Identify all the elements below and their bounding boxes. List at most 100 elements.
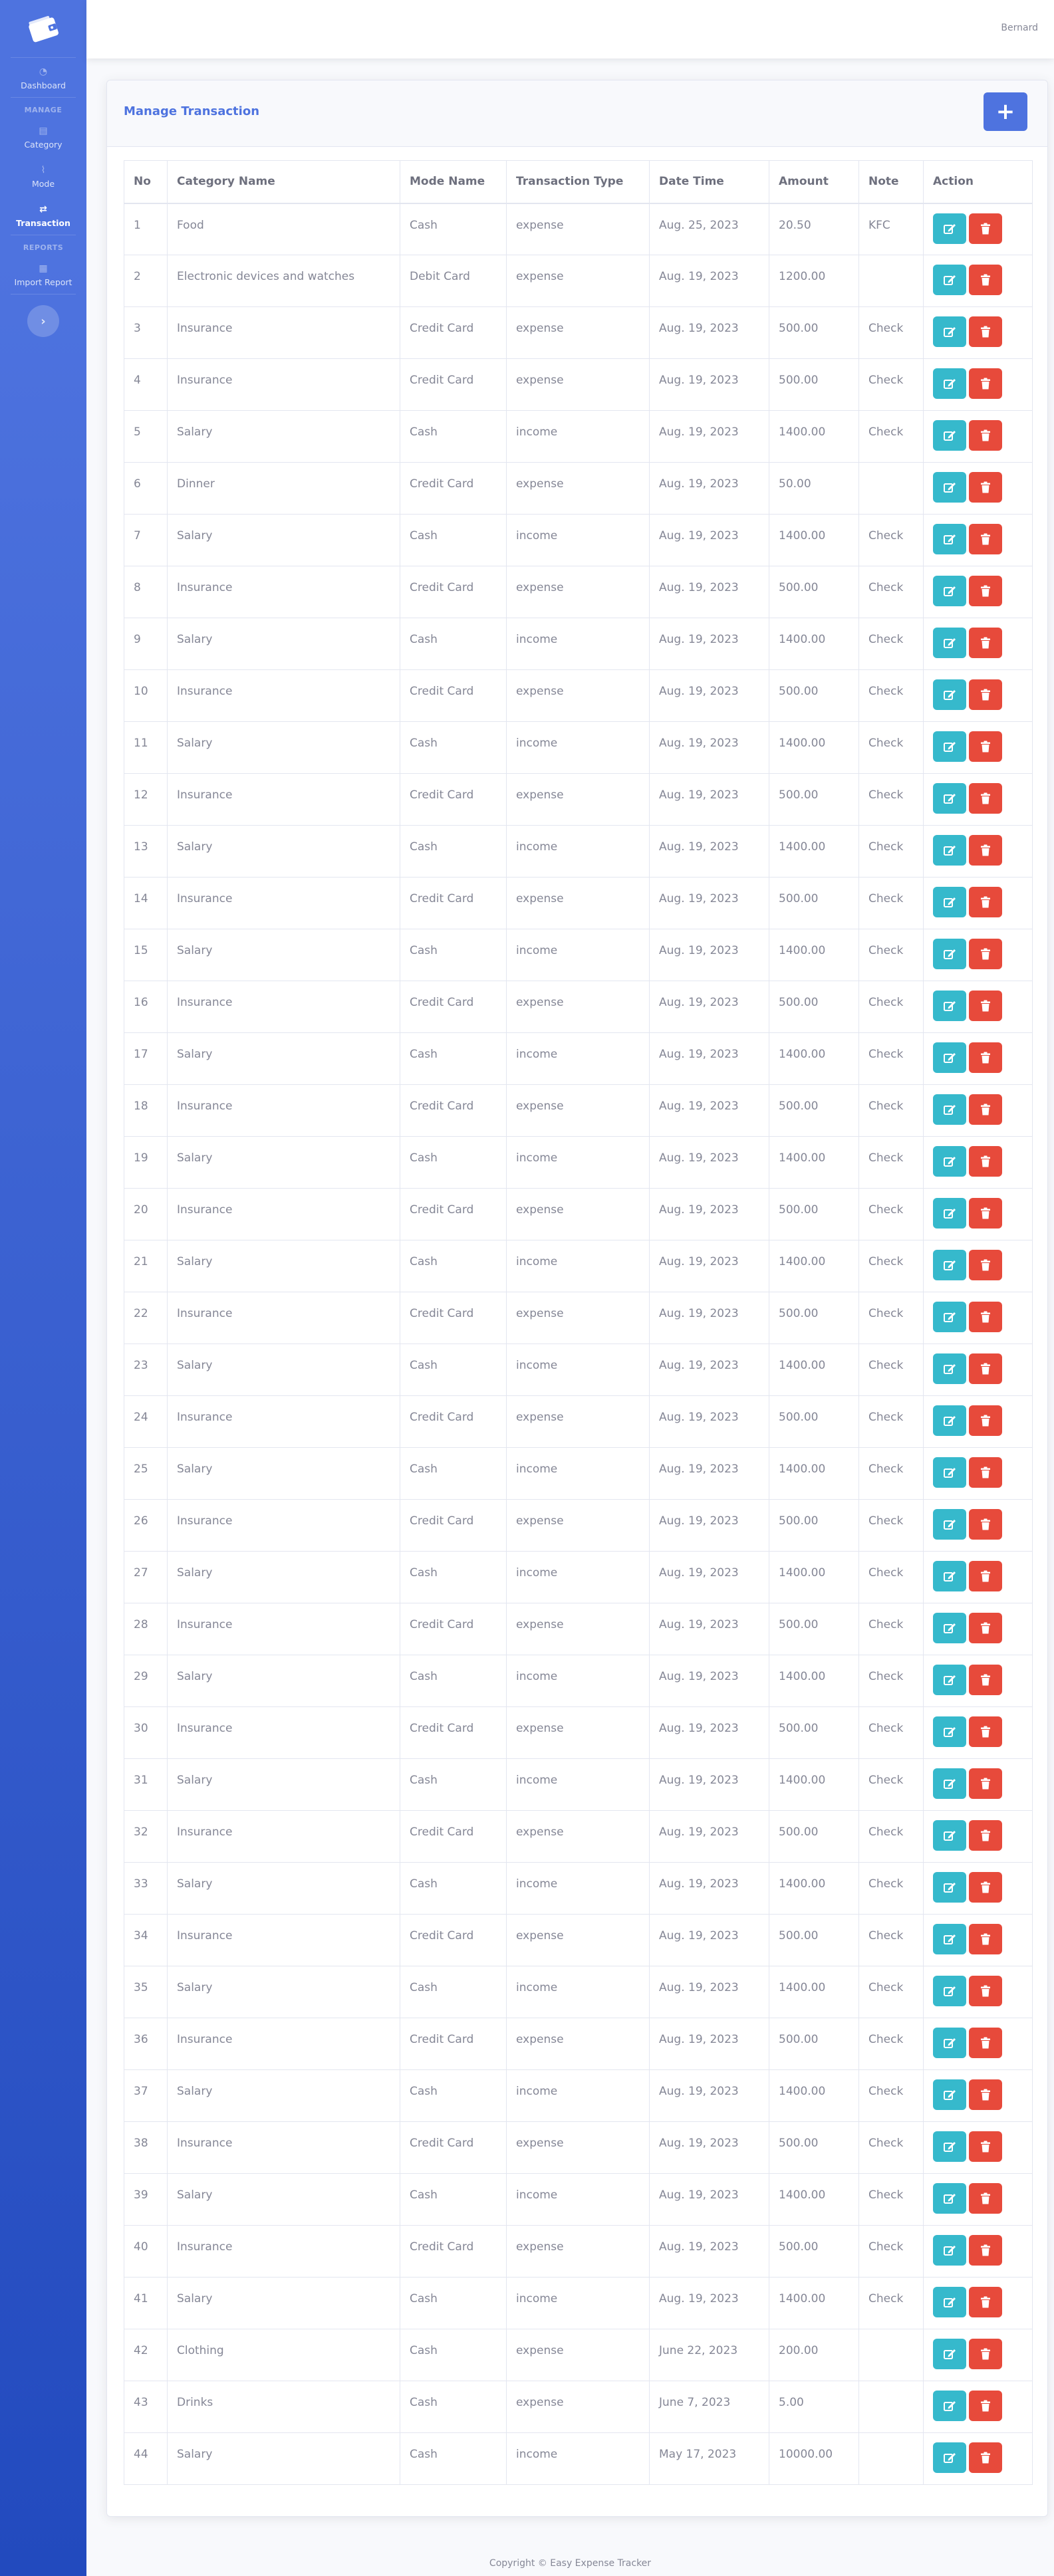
delete-button[interactable] — [969, 1353, 1002, 1384]
delete-button[interactable] — [969, 472, 1002, 503]
delete-button[interactable] — [969, 368, 1002, 399]
sidebar-toggle-button[interactable]: › — [27, 305, 59, 337]
edit-button[interactable] — [933, 628, 966, 658]
delete-button[interactable] — [969, 887, 1002, 917]
edit-button[interactable] — [933, 2442, 966, 2473]
edit-button[interactable] — [933, 368, 966, 399]
column-header-mode[interactable]: Mode Name — [400, 160, 507, 204]
column-header-amount[interactable]: Amount — [769, 160, 859, 204]
delete-button[interactable] — [969, 1924, 1002, 1954]
delete-button[interactable] — [969, 1405, 1002, 1436]
edit-button[interactable] — [933, 2391, 966, 2421]
delete-button[interactable] — [969, 1820, 1002, 1851]
edit-button[interactable] — [933, 2287, 966, 2317]
edit-button[interactable] — [933, 1405, 966, 1436]
delete-button[interactable] — [969, 1561, 1002, 1591]
edit-button[interactable] — [933, 1302, 966, 1332]
delete-button[interactable] — [969, 1509, 1002, 1540]
delete-button[interactable] — [969, 835, 1002, 866]
edit-button[interactable] — [933, 213, 966, 244]
column-header-no[interactable]: No — [124, 160, 168, 204]
delete-button[interactable] — [969, 1094, 1002, 1125]
delete-button[interactable] — [969, 420, 1002, 451]
delete-button[interactable] — [969, 628, 1002, 658]
delete-button[interactable] — [969, 2235, 1002, 2266]
edit-button[interactable] — [933, 939, 966, 969]
edit-button[interactable] — [933, 1457, 966, 1488]
edit-button[interactable] — [933, 1198, 966, 1229]
edit-button[interactable] — [933, 2339, 966, 2369]
edit-button[interactable] — [933, 1094, 966, 1125]
edit-button[interactable] — [933, 783, 966, 814]
edit-button[interactable] — [933, 1613, 966, 1643]
edit-button[interactable] — [933, 991, 966, 1021]
delete-button[interactable] — [969, 316, 1002, 347]
delete-button[interactable] — [969, 2339, 1002, 2369]
edit-button[interactable] — [933, 1820, 966, 1851]
sidebar-item-dashboard[interactable]: ◔ Dashboard — [0, 58, 86, 97]
delete-button[interactable] — [969, 1042, 1002, 1073]
delete-button[interactable] — [969, 1146, 1002, 1177]
delete-button[interactable] — [969, 1976, 1002, 2006]
delete-button[interactable] — [969, 213, 1002, 244]
edit-button[interactable] — [933, 316, 966, 347]
edit-button[interactable] — [933, 731, 966, 762]
edit-button[interactable] — [933, 2183, 966, 2214]
column-header-note[interactable]: Note — [858, 160, 924, 204]
edit-button[interactable] — [933, 524, 966, 554]
delete-button[interactable] — [969, 576, 1002, 606]
column-header-datetime[interactable]: Date Time — [649, 160, 769, 204]
delete-button[interactable] — [969, 991, 1002, 1021]
delete-button[interactable] — [969, 1768, 1002, 1799]
delete-button[interactable] — [969, 939, 1002, 969]
column-header-category[interactable]: Category Name — [167, 160, 400, 204]
add-transaction-button[interactable]: + — [984, 92, 1027, 131]
edit-button[interactable] — [933, 1353, 966, 1384]
delete-button[interactable] — [969, 1716, 1002, 1747]
edit-button[interactable] — [933, 2131, 966, 2162]
edit-button[interactable] — [933, 1146, 966, 1177]
edit-button[interactable] — [933, 2235, 966, 2266]
column-header-type[interactable]: Transaction Type — [506, 160, 650, 204]
edit-button[interactable] — [933, 835, 966, 866]
edit-button[interactable] — [933, 2079, 966, 2110]
sidebar-item-import-report[interactable]: ▦ Import Report — [0, 255, 86, 294]
edit-button[interactable] — [933, 1250, 966, 1280]
delete-button[interactable] — [969, 2442, 1002, 2473]
user-name[interactable]: Bernard — [1001, 23, 1038, 33]
delete-button[interactable] — [969, 2079, 1002, 2110]
delete-button[interactable] — [969, 265, 1002, 295]
delete-button[interactable] — [969, 2131, 1002, 2162]
delete-button[interactable] — [969, 2287, 1002, 2317]
edit-button[interactable] — [933, 1561, 966, 1591]
delete-button[interactable] — [969, 1665, 1002, 1695]
edit-button[interactable] — [933, 576, 966, 606]
sidebar-item-transaction[interactable]: ⇄ Transaction — [0, 195, 86, 235]
delete-button[interactable] — [969, 1198, 1002, 1229]
edit-button[interactable] — [933, 1716, 966, 1747]
delete-button[interactable] — [969, 1302, 1002, 1332]
edit-button[interactable] — [933, 1924, 966, 1954]
edit-button[interactable] — [933, 1042, 966, 1073]
brand-link[interactable] — [0, 0, 86, 57]
delete-button[interactable] — [969, 679, 1002, 710]
edit-button[interactable] — [933, 679, 966, 710]
edit-button[interactable] — [933, 420, 966, 451]
edit-button[interactable] — [933, 1665, 966, 1695]
delete-button[interactable] — [969, 524, 1002, 554]
edit-button[interactable] — [933, 265, 966, 295]
edit-button[interactable] — [933, 472, 966, 503]
sidebar-item-mode[interactable]: ⌇ Mode — [0, 156, 86, 195]
delete-button[interactable] — [969, 2183, 1002, 2214]
sidebar-item-category[interactable]: ▤ Category — [0, 117, 86, 156]
delete-button[interactable] — [969, 1457, 1002, 1488]
edit-button[interactable] — [933, 1872, 966, 1903]
edit-button[interactable] — [933, 2028, 966, 2058]
edit-button[interactable] — [933, 1768, 966, 1799]
delete-button[interactable] — [969, 731, 1002, 762]
delete-button[interactable] — [969, 2028, 1002, 2058]
delete-button[interactable] — [969, 1872, 1002, 1903]
delete-button[interactable] — [969, 783, 1002, 814]
delete-button[interactable] — [969, 1613, 1002, 1643]
delete-button[interactable] — [969, 1250, 1002, 1280]
